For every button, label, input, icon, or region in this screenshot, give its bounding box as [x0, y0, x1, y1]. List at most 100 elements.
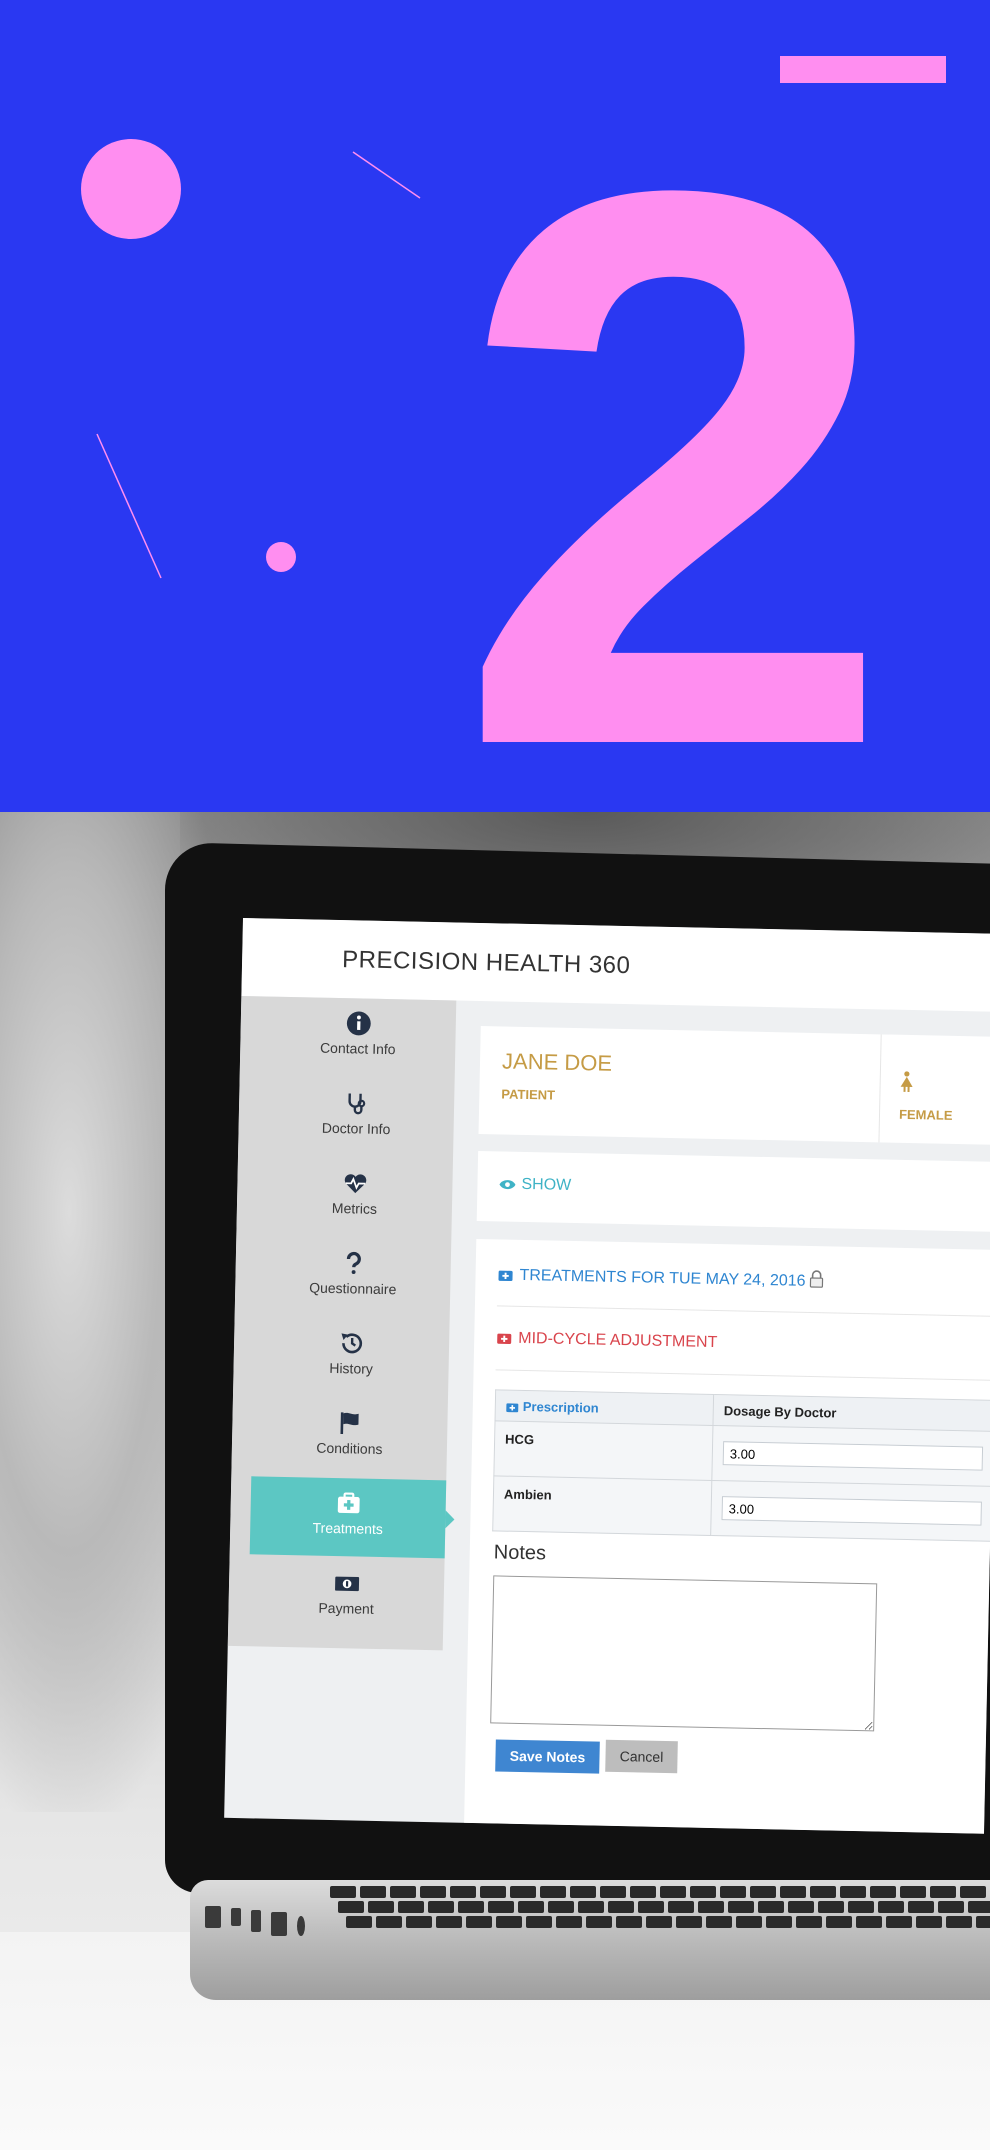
keyboard-key [436, 1916, 462, 1928]
keyboard-key [728, 1901, 754, 1913]
sidebar-item-label: Conditions [316, 1439, 383, 1458]
eye-icon [499, 1180, 516, 1190]
sidebar-item-payment[interactable]: Payment [248, 1556, 445, 1638]
keyboard-key [600, 1886, 626, 1898]
main-content: JANE DOE PATIENT FEMALE SHOW TREATMENTS … [464, 1001, 990, 1834]
port [231, 1908, 241, 1926]
sidebar-item-metrics[interactable]: Metrics [256, 1156, 453, 1238]
keyboard-key [458, 1901, 484, 1913]
patient-card: JANE DOE PATIENT FEMALE [478, 1026, 990, 1145]
keyboard-key [668, 1901, 694, 1913]
keyboard-key [570, 1886, 596, 1898]
keyboard-key [616, 1916, 642, 1928]
keyboard-key [878, 1901, 904, 1913]
drug-name: Ambien [492, 1475, 712, 1536]
notes-textarea[interactable] [490, 1575, 878, 1732]
keyboard-key [608, 1901, 634, 1913]
mid-cycle-heading: MID-CYCLE ADJUSTMENT [496, 1329, 718, 1352]
sidebar-item-history[interactable]: History [253, 1316, 450, 1398]
keyboard-key [346, 1916, 372, 1928]
heartbeat-icon [344, 1174, 366, 1194]
keyboard-key [398, 1901, 424, 1913]
drug-name: HCG [493, 1420, 713, 1481]
keyboard-key [968, 1901, 990, 1913]
show-card: SHOW [476, 1150, 990, 1232]
mid-cycle-text: MID-CYCLE ADJUSTMENT [518, 1329, 718, 1352]
keyboard-key [930, 1886, 956, 1898]
lock-icon[interactable] [809, 1270, 824, 1288]
keyboard-key [706, 1916, 732, 1928]
sidebar-item-label: Doctor Info [321, 1119, 391, 1138]
keyboard-key [638, 1901, 664, 1913]
keyboard-key [540, 1886, 566, 1898]
keyboard-key [428, 1901, 454, 1913]
keyboard-key [946, 1916, 972, 1928]
keyboard-key [818, 1901, 844, 1913]
treatments-title-text: TREATMENTS FOR TUE MAY 24, 2016 [519, 1266, 806, 1290]
keyboard-key [630, 1886, 656, 1898]
keyboard-key [660, 1886, 686, 1898]
medkit-icon [337, 1492, 360, 1514]
keyboard-key [488, 1901, 514, 1913]
cancel-button[interactable]: Cancel [605, 1739, 678, 1774]
info-circle-icon [346, 1011, 371, 1036]
keyboard-key [390, 1886, 416, 1898]
keyboard-key [938, 1901, 964, 1913]
hero-illustration: 2 [81, 28, 946, 812]
large-dot [81, 139, 181, 239]
port [297, 1916, 305, 1936]
sidebar-item-conditions[interactable]: Conditions [251, 1396, 448, 1478]
treatments-title: TREATMENTS FOR TUE MAY 24, 2016 [497, 1263, 829, 1291]
keyboard-key [526, 1916, 552, 1928]
sidebar-item-doctor-info[interactable]: Doctor Info [258, 1076, 455, 1158]
keyboard-key [676, 1916, 702, 1928]
question-icon [346, 1251, 361, 1275]
keyboard-key [360, 1886, 386, 1898]
save-notes-button[interactable]: Save Notes [495, 1739, 600, 1774]
keyboard-key [810, 1886, 836, 1898]
keyboard-key [518, 1901, 544, 1913]
dosage-input[interactable] [722, 1441, 984, 1471]
keyboard-key [848, 1901, 874, 1913]
stethoscope-icon [347, 1093, 365, 1115]
keyboard-key [908, 1901, 934, 1913]
divider [878, 1034, 882, 1143]
sidebar-item-label: Treatments [312, 1519, 384, 1538]
keyboard-key [870, 1886, 896, 1898]
port [205, 1906, 221, 1928]
keyboard-key [840, 1886, 866, 1898]
keyboard-key [330, 1886, 356, 1898]
sidebar-item-label: History [329, 1359, 374, 1377]
sidebar-item-treatments[interactable]: Treatments [249, 1476, 447, 1559]
thin-line-top [352, 151, 421, 199]
sidebar-item-contact-info[interactable]: Contact Info [260, 996, 457, 1078]
sidebar-item-label: Questionnaire [309, 1279, 397, 1298]
keyboard-key [796, 1916, 822, 1928]
show-label: SHOW [521, 1175, 572, 1194]
keyboard-key [556, 1916, 582, 1928]
keyboard-key [856, 1916, 882, 1928]
app-title: PRECISION HEALTH 360 [341, 946, 631, 980]
dosage-input[interactable] [721, 1496, 982, 1526]
show-toggle[interactable]: SHOW [499, 1175, 571, 1194]
flag-icon [339, 1412, 359, 1435]
keyboard-key [510, 1886, 536, 1898]
prescription-table: Prescription Dosage By Doctor HCG Ambien [492, 1389, 990, 1542]
keyboard-key [496, 1916, 522, 1928]
keyboard-key [780, 1886, 806, 1898]
port [251, 1910, 261, 1932]
sidebar-item-label: Contact Info [319, 1039, 396, 1058]
keyboard-key [376, 1916, 402, 1928]
medkit-icon [497, 1333, 512, 1345]
keyboard-key [548, 1901, 574, 1913]
port [271, 1912, 287, 1936]
keyboard-key [826, 1916, 852, 1928]
patient-name: JANE DOE [501, 1048, 613, 1076]
gender-label: FEMALE [898, 1106, 953, 1123]
keyboard-key [886, 1916, 912, 1928]
keyboard-key [338, 1901, 364, 1913]
sidebar-item-questionnaire[interactable]: Questionnaire [255, 1236, 452, 1318]
dosage-cell [711, 1425, 990, 1487]
laptop-ports [205, 1900, 325, 1940]
hero-numeral: 2 [455, 28, 894, 812]
